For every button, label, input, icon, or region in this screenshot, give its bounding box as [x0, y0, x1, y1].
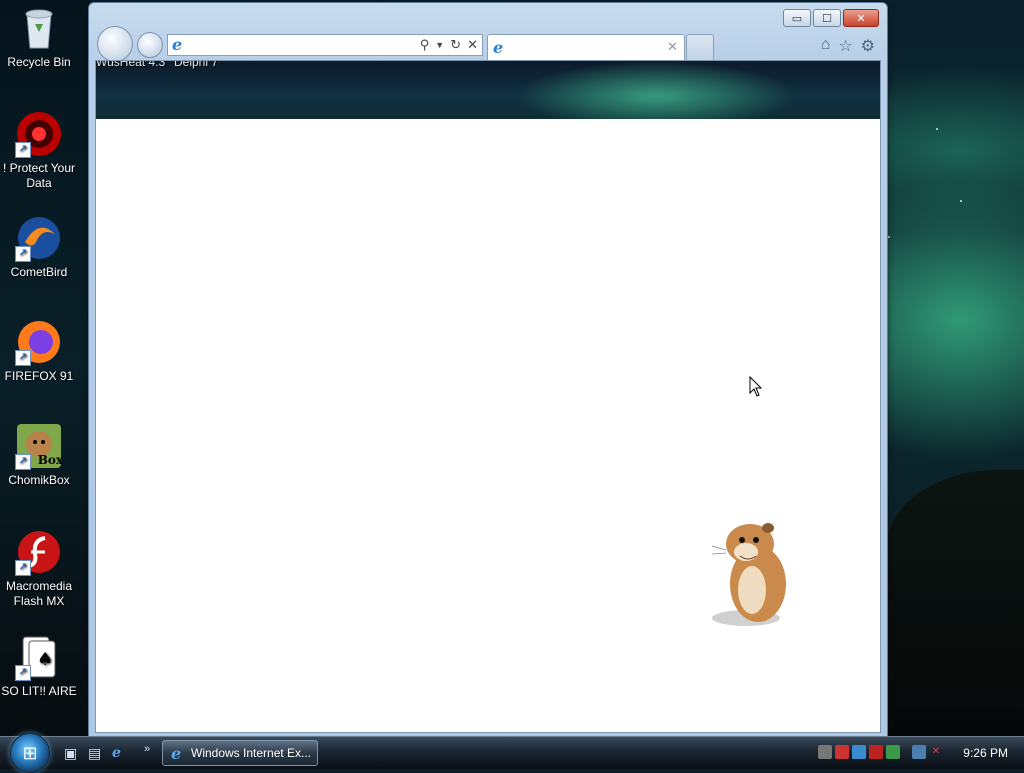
mouse-cursor-icon	[749, 376, 763, 397]
address-bar[interactable]: e ⚲ ▼ ↻ ✕	[167, 34, 483, 56]
switch-windows-icon[interactable]: ▤	[88, 745, 101, 762]
desktop-icon-cometbird[interactable]: ↗ CometBird	[0, 214, 78, 280]
taskbar-ie-button[interactable]: e Windows Internet Ex...	[162, 740, 318, 766]
taskbar-ie-icon: e	[171, 744, 182, 763]
dropdown-icon[interactable]: ▼	[435, 37, 444, 53]
desktop-icon-label: Recycle Bin	[7, 55, 71, 69]
banner-text-right: Delphi 7	[174, 60, 219, 69]
desktop-icon-label: Macromedia Flash MX	[5, 579, 73, 608]
desktop-icon-label: FIREFOX 91	[4, 369, 74, 383]
minimize-button[interactable]: ▭	[783, 9, 811, 27]
show-desktop-icon[interactable]: ▣	[64, 745, 77, 762]
desktop-icon-chomikbox[interactable]: Box ↗ ChomikBox	[0, 422, 78, 488]
desktop-icon-solitaire[interactable]: ♠ ↗ SO LIT!! AIRE	[0, 633, 78, 699]
ie-logo-icon: e	[172, 35, 183, 54]
page-content: WusHeat 4.3 Delphi 7	[95, 60, 881, 733]
chomikbox-badge: Box	[37, 453, 63, 467]
shortcut-arrow-icon: ↗	[15, 665, 31, 681]
network-icon[interactable]	[912, 745, 926, 759]
ie-window: ▭ ☐ ✕ ← → e ⚲ ▼ ↻ ✕ e ✕ ⌂ ☆ ⚙ WusHeat 4.…	[88, 2, 888, 738]
taskbar-button-label: Windows Internet Ex...	[191, 746, 312, 760]
tab-ie-icon: e	[493, 38, 504, 57]
firefox-icon: ↗	[15, 318, 63, 366]
taskbar-clock[interactable]: 9:26 PM	[963, 746, 1008, 760]
protect-data-icon: ↗	[15, 110, 63, 158]
chomikbox-icon: Box ↗	[15, 422, 63, 470]
system-tray: ✕	[818, 745, 943, 759]
page-banner: WusHeat 4.3 Delphi 7	[96, 61, 880, 119]
volume-muted-icon[interactable]: ✕	[929, 745, 943, 759]
taskbar: ⊞ ▣ ▤ e » e Windows Internet Ex... ✕ 9:2…	[0, 733, 1024, 773]
desktop-icon-recycle-bin[interactable]: Recycle Bin	[0, 4, 78, 70]
shortcut-arrow-icon: ↗	[15, 560, 31, 576]
shortcut-arrow-icon: ↗	[15, 350, 31, 366]
cometbird-icon: ↗	[15, 214, 63, 262]
tools-gear-icon[interactable]: ⚙	[861, 36, 875, 56]
maximize-button[interactable]: ☐	[813, 9, 841, 27]
desktop-hill	[886, 470, 1024, 736]
quicklaunch-ie-icon[interactable]: e	[112, 745, 128, 761]
star	[888, 236, 890, 238]
browser-tab[interactable]: e ✕	[487, 34, 685, 60]
tray-spacer	[903, 745, 909, 759]
shortcut-arrow-icon: ↗	[15, 142, 31, 158]
tray-app-icon[interactable]	[835, 745, 849, 759]
favorites-star-icon[interactable]: ☆	[838, 36, 852, 56]
recycle-bin-icon	[15, 4, 63, 52]
banner-text-left: WusHeat 4.3	[96, 60, 166, 69]
shortcut-arrow-icon: ↗	[15, 246, 31, 262]
windows-logo-icon: ⊞	[22, 742, 38, 763]
quicklaunch-more-icon[interactable]: »	[144, 743, 150, 755]
tab-close-icon[interactable]: ✕	[667, 39, 678, 55]
back-button[interactable]: ←	[97, 26, 133, 62]
desktop-icon-label: CometBird	[10, 265, 68, 279]
tray-app-icon[interactable]	[852, 745, 866, 759]
desktop-icon-protect-data[interactable]: ↗ ! Protect Your Data	[0, 110, 78, 191]
new-tab-button[interactable]	[686, 34, 714, 60]
forward-arrow-icon: →	[143, 36, 157, 52]
solitaire-icon: ♠ ↗	[15, 633, 63, 681]
refresh-icon[interactable]: ↻	[450, 37, 461, 53]
tray-app-icon[interactable]	[886, 745, 900, 759]
star	[960, 200, 962, 202]
hamster-image	[711, 523, 786, 626]
flash-icon: ↗	[15, 528, 63, 576]
start-button[interactable]: ⊞	[10, 733, 50, 773]
tray-app-icon[interactable]	[869, 745, 883, 759]
shortcut-arrow-icon: ↗	[15, 454, 31, 470]
stop-icon[interactable]: ✕	[467, 37, 478, 53]
tray-app-icon[interactable]	[818, 745, 832, 759]
desktop-icon-label: ChomikBox	[8, 473, 70, 487]
desktop-icon-flash[interactable]: ↗ Macromedia Flash MX	[0, 528, 78, 609]
star	[936, 128, 938, 130]
back-arrow-icon: ←	[105, 32, 125, 54]
search-icon[interactable]: ⚲	[420, 37, 430, 53]
close-button[interactable]: ✕	[843, 9, 879, 27]
desktop-icon-firefox[interactable]: ↗ FIREFOX 91	[0, 318, 78, 384]
command-icons: ⌂ ☆ ⚙	[821, 36, 875, 56]
svg-text:♠: ♠	[37, 649, 53, 670]
forward-button[interactable]: →	[137, 32, 163, 58]
desktop-icon-label: SO LIT!! AIRE	[1, 684, 77, 698]
desktop-icon-label: ! Protect Your Data	[2, 161, 76, 190]
window-controls: ▭ ☐ ✕	[783, 9, 879, 27]
home-icon[interactable]: ⌂	[821, 36, 831, 56]
